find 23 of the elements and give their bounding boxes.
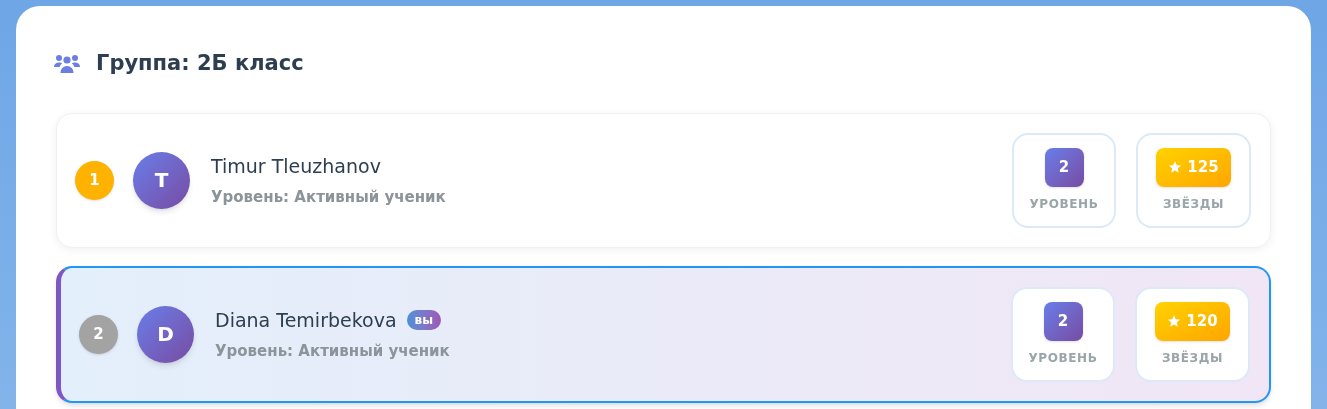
rank-badge: 1 (75, 160, 114, 200)
member-level: Уровень: Активный ученик (211, 187, 446, 208)
stars-label: ЗВЁЗДЫ (1161, 349, 1224, 367)
stars-label: ЗВЁЗДЫ (1162, 195, 1225, 213)
stars-value: 125 (1187, 156, 1219, 178)
level-label: УРОВЕНЬ (1028, 349, 1098, 367)
member-name: Timur Tleuzhanov (211, 153, 381, 179)
member-card[interactable]: 2 D Diana Temirbekova вы Уровень: Активный ученик 2 УРОВЕНЬ 120 ЗВЁЗДЫ (56, 265, 1271, 403)
avatar: D (137, 305, 194, 363)
users-icon (54, 53, 80, 74)
member-card[interactable]: 1 T Timur Tleuzhanov Уровень: Активный ученик 2 УРОВЕНЬ 125 ЗВЁЗДЫ (56, 112, 1271, 248)
member-level: Уровень: Активный ученик (215, 341, 450, 362)
you-badge: вы (406, 309, 441, 330)
rank-badge: 2 (79, 314, 118, 354)
level-label: УРОВЕНЬ (1029, 195, 1099, 213)
avatar: T (133, 151, 190, 209)
stars-value: 120 (1186, 310, 1218, 332)
star-icon (1168, 160, 1183, 174)
level-value: 2 (1043, 301, 1083, 341)
member-name: Diana Temirbekova (215, 307, 397, 333)
level-value: 2 (1044, 147, 1084, 187)
star-icon (1167, 314, 1182, 328)
group-title: Группа: 2Б класс (96, 50, 304, 77)
